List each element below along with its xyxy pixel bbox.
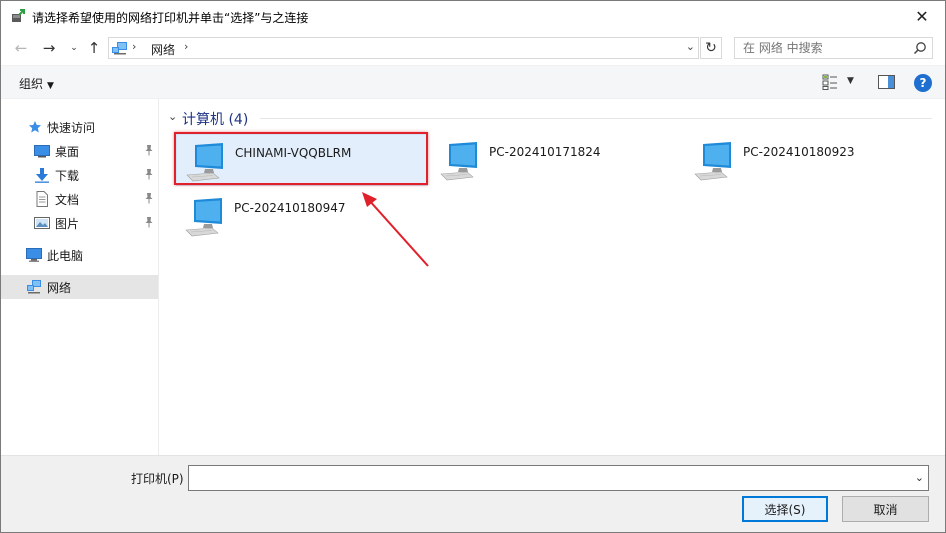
bottom-panel: 打印机(P) ⌄ 选择(S) 取消 (1, 455, 945, 532)
star-icon (29, 121, 41, 133)
computer-name: PC-202410180947 (234, 201, 346, 215)
network-icon (27, 280, 41, 294)
nav-item-label: 文档 (55, 193, 80, 207)
refresh-button[interactable]: ↻ (700, 37, 722, 59)
breadcrumb-network[interactable]: 网络 (151, 41, 175, 58)
chevron-down-icon[interactable]: ⌄ (915, 471, 924, 484)
arrow-up-icon: ↑ (87, 39, 101, 57)
picture-icon (34, 217, 50, 229)
nav-item-pictures[interactable]: 图片 (1, 211, 158, 235)
address-row: ← → ⌄ ↑ › 网络 › ⌄ ↻ (1, 34, 945, 62)
cancel-button-label: 取消 (873, 502, 898, 517)
nav-item-downloads[interactable]: 下载 (1, 163, 158, 187)
caret-down-icon: ▼ (47, 81, 54, 91)
address-bar[interactable]: › 网络 › ⌄ (108, 37, 699, 59)
dialog-title: 请选择希望使用的网络打印机并单击“选择”与之连接 (32, 11, 309, 25)
nav-item-quick-access[interactable]: 快速访问 (1, 115, 158, 139)
up-button[interactable]: ↑ (84, 37, 104, 59)
help-icon: ? (919, 76, 927, 90)
nav-item-desktop[interactable]: 桌面 (1, 139, 158, 163)
command-bar: 组织 ▼ ▼ ? (1, 65, 945, 99)
computer-icon (185, 198, 222, 237)
nav-item-this-pc[interactable]: 此电脑 (1, 243, 158, 267)
view-dropdown-caret-icon[interactable]: ▼ (847, 76, 854, 86)
help-button[interactable]: ? (914, 74, 932, 92)
cancel-button[interactable]: 取消 (842, 496, 929, 522)
printer-label: 打印机(P) (131, 472, 184, 486)
forward-button[interactable]: → (39, 37, 59, 59)
close-icon: ✕ (915, 7, 929, 26)
pin-icon[interactable] (144, 168, 154, 180)
printer-input[interactable] (189, 466, 904, 490)
computer-name: PC-202410171824 (489, 145, 601, 159)
computer-tile[interactable]: PC-202410180947 (176, 190, 428, 242)
organize-label: 组织 (19, 77, 44, 91)
pin-icon[interactable] (144, 144, 154, 156)
arrow-right-icon: → (42, 39, 56, 57)
navigation-pane: 快速访问 桌面 下载 文档 图片 此电脑 网络 (1, 99, 159, 455)
select-button-label: 选择(S) (764, 502, 806, 517)
chevron-down-icon: ⌄ (168, 110, 178, 123)
back-button[interactable]: ← (11, 37, 31, 59)
nav-item-label: 下载 (55, 169, 80, 183)
nav-item-label: 此电脑 (47, 249, 84, 263)
nav-item-network[interactable]: 网络 (1, 275, 158, 299)
computer-name: CHINAMI-VQQBLRM (235, 146, 352, 160)
desktop-icon (34, 145, 50, 158)
document-icon (36, 191, 48, 207)
nav-item-label: 网络 (47, 281, 72, 295)
view-options-icon[interactable] (822, 74, 838, 90)
computer-icon (694, 142, 731, 181)
nav-item-label: 桌面 (55, 145, 80, 159)
computer-icon (186, 143, 223, 182)
computer-tile[interactable]: PC-202410180923 (685, 134, 937, 186)
select-button[interactable]: 选择(S) (742, 496, 828, 522)
nav-item-label: 快速访问 (47, 121, 96, 135)
content-pane: ⌄ 计算机 (4) CHINAMI-VQQBLRM PC-20241017182… (160, 99, 945, 455)
nav-item-documents[interactable]: 文档 (1, 187, 158, 211)
address-history-dropdown[interactable]: ⌄ (686, 40, 695, 53)
chevron-right-icon[interactable]: › (184, 40, 188, 53)
network-folder-icon (112, 42, 127, 55)
search-icon (913, 42, 926, 55)
chevron-right-icon[interactable]: › (132, 40, 136, 53)
arrow-left-icon: ← (14, 39, 28, 57)
computer-tile[interactable]: PC-202410171824 (431, 134, 683, 186)
nav-item-label: 图片 (55, 217, 80, 231)
computer-name: PC-202410180923 (743, 145, 855, 159)
search-box[interactable] (734, 37, 933, 59)
title-bar: 请选择希望使用的网络打印机并单击“选择”与之连接 ✕ (1, 1, 945, 32)
computer-tile[interactable]: CHINAMI-VQQBLRM (176, 134, 428, 186)
group-label: 计算机 (4) (182, 112, 249, 128)
pin-icon[interactable] (144, 192, 154, 204)
download-icon (35, 168, 49, 183)
pin-icon[interactable] (144, 216, 154, 228)
organize-menu-button[interactable]: 组织 ▼ (19, 75, 54, 92)
close-button[interactable]: ✕ (899, 1, 945, 32)
preview-pane-icon[interactable] (878, 75, 895, 89)
group-divider (260, 118, 932, 119)
printer-connect-icon (12, 9, 25, 22)
printer-select-dialog: 请选择希望使用的网络打印机并单击“选择”与之连接 ✕ ← → ⌄ ↑ › 网络 … (0, 0, 946, 533)
refresh-icon: ↻ (705, 40, 717, 56)
computer-icon (26, 248, 42, 262)
printer-combobox[interactable]: ⌄ (188, 465, 929, 491)
search-input[interactable] (735, 38, 907, 58)
computer-icon (440, 142, 477, 181)
chevron-down-icon: ⌄ (70, 43, 78, 53)
recent-locations-button[interactable]: ⌄ (64, 37, 84, 59)
